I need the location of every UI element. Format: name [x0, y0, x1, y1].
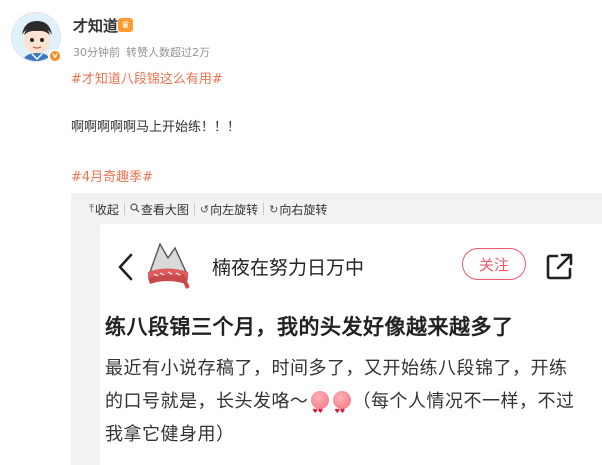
vip-icon[interactable]: ♛ [118, 18, 133, 32]
view-large-label: 查看大图 [140, 202, 189, 217]
view-large-button[interactable]: 查看大图 [130, 201, 189, 218]
collapse-button[interactable]: ⤒ 收起 [89, 201, 119, 218]
post-image[interactable]: 楠夜在努力日万中 关注 练八段锦三个月，我的头发好像越来越多了 最近有小说存稿了… [100, 224, 602, 465]
image-toolbar: ⤒ 收起 查看大图 ↺ 向左旋转 ↻ 向右旋转 [71, 193, 602, 225]
screenshot-body: 最近有小说存稿了，时间多了，又开始练八段锦了，开练的口号就是，长头发咯～（每个人… [105, 352, 575, 451]
magnifier-icon [130, 202, 140, 216]
screenshot-title: 练八段锦三个月，我的头发好像越来越多了 [105, 315, 514, 339]
hashtag-link[interactable]: #4月奇趣季# [71, 166, 153, 185]
rotate-left-button[interactable]: ↺ 向左旋转 [200, 201, 258, 218]
screenshot-author-name: 楠夜在努力日万中 [212, 257, 365, 279]
post-time[interactable]: 30分钟前 [73, 46, 120, 59]
rotate-right-button[interactable]: ↻ 向右旋转 [269, 201, 327, 218]
verified-badge-icon: v [48, 49, 62, 63]
post-text: 啊啊啊啊啊马上开始练！！！ [71, 120, 241, 135]
rotate-right-icon: ↻ [269, 202, 279, 216]
repost-count: 转赞人数超过2万 [126, 46, 210, 59]
follow-button: 关注 [462, 248, 526, 280]
rotate-left-icon: ↺ [199, 202, 210, 216]
image-viewer: ⤒ 收起 查看大图 ↺ 向左旋转 ↻ 向右旋转 楠夜在努力日万中 关注 练八段锦… [71, 193, 602, 465]
toolbar-divider [263, 203, 265, 215]
collapse-icon: ⤒ [89, 202, 94, 215]
hashtag-link[interactable]: #才知道八段锦这么有用# [71, 68, 223, 87]
author-avatar [148, 242, 190, 289]
collapse-label: 收起 [94, 202, 119, 217]
username[interactable]: 才知道 [73, 15, 118, 36]
rotate-left-label: 向左旋转 [210, 202, 259, 217]
share-icon [546, 253, 573, 280]
heart-eyes-emoji [332, 391, 351, 428]
toolbar-divider [193, 203, 195, 215]
rotate-right-label: 向右旋转 [279, 202, 328, 217]
toolbar-divider [123, 203, 125, 215]
back-arrow-icon [118, 253, 133, 281]
heart-eyes-emoji [310, 391, 329, 428]
post-meta: 30分钟前 转赞人数超过2万 [73, 44, 210, 60]
